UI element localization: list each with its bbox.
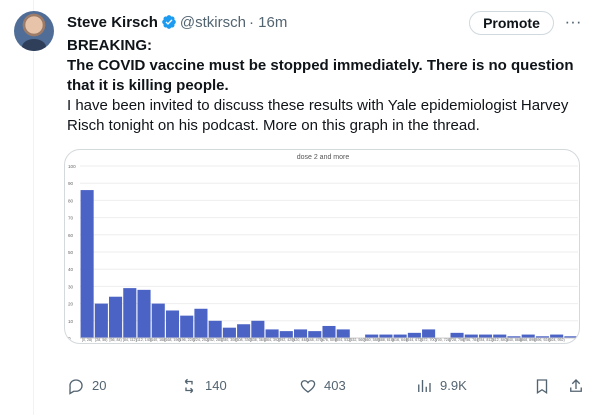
histogram-chart: dose 2 and more 0 10 20 30 40 50 60 70 80 90 100 [0,…	[68, 154, 578, 342]
author-name[interactable]: Steve Kirsch	[67, 14, 158, 31]
bookmark-button[interactable]	[533, 374, 551, 398]
more-options-button[interactable]: ···	[561, 9, 585, 35]
views-button[interactable]: 9.9K	[415, 374, 467, 398]
repost-count: 140	[205, 378, 227, 393]
heart-icon	[300, 380, 316, 393]
histogram-bar	[422, 329, 436, 338]
x-tick-label: [28, 56)	[95, 338, 107, 342]
bookmark-icon	[536, 379, 548, 395]
histogram-bar	[336, 329, 350, 338]
histogram-bar	[279, 331, 293, 338]
histogram-bar	[123, 288, 137, 338]
view-count: 9.9K	[440, 378, 467, 393]
author-handle[interactable]: @stkirsch	[180, 14, 246, 31]
chart-title: dose 2 and more	[297, 154, 350, 161]
histogram-bar	[137, 289, 151, 338]
repost-icon	[184, 378, 194, 394]
reply-button[interactable]: 20	[67, 374, 106, 398]
y-tick-label: 100	[68, 164, 76, 169]
y-tick-label: 0	[68, 336, 71, 341]
y-tick-label: 70	[68, 216, 74, 221]
histogram-bar	[293, 329, 308, 338]
like-button[interactable]: 403	[299, 374, 346, 398]
y-tick-label: 90	[68, 181, 74, 186]
y-tick-label: 50	[68, 250, 74, 255]
promote-button[interactable]: Promote	[469, 11, 554, 35]
like-count: 403	[324, 378, 346, 393]
histogram-bar	[94, 303, 108, 338]
histogram-bar	[165, 310, 180, 338]
verified-badge-icon	[162, 15, 176, 29]
views-icon	[418, 380, 431, 392]
post-text: BREAKING: The COVID vaccine must be stop…	[67, 36, 587, 136]
y-tick-label: 40	[68, 267, 74, 272]
repost-button[interactable]: 140	[180, 374, 227, 398]
y-tick-label: 10	[68, 319, 74, 324]
share-icon	[570, 379, 582, 392]
histogram-bar	[322, 325, 336, 338]
post-actions: 20 140 403 9.9K	[67, 374, 587, 398]
histogram-bar	[237, 324, 251, 338]
reply-count: 20	[92, 378, 107, 393]
y-tick-label: 20	[68, 302, 74, 307]
histogram-bar	[180, 315, 194, 338]
breaking-label: BREAKING:	[67, 37, 152, 54]
histogram-bar	[151, 303, 165, 338]
histogram-bar	[308, 331, 322, 338]
headline-text: The COVID vaccine must be stopped immedi…	[67, 57, 574, 94]
histogram-bar	[251, 320, 265, 338]
thread-connector-line	[33, 0, 34, 415]
histogram-bar	[222, 327, 236, 338]
histogram-bar	[194, 308, 208, 338]
histogram-bar	[109, 296, 123, 338]
histogram-bar	[80, 190, 94, 338]
x-tick-label: [0, 28)	[82, 338, 92, 342]
y-tick-label: 80	[68, 198, 74, 203]
y-tick-label: 60	[68, 233, 74, 238]
post-time[interactable]: · 16m	[249, 14, 287, 31]
x-tick-label: [924, 952)	[549, 338, 565, 342]
share-button[interactable]	[567, 374, 585, 398]
reply-icon	[69, 379, 83, 395]
avatar[interactable]	[14, 11, 54, 51]
x-tick-label: [56, 84)	[109, 338, 121, 342]
y-tick-label: 30	[68, 284, 74, 289]
histogram-bar	[265, 329, 279, 338]
chart-image-card[interactable]: dose 2 and more 0 10 20 30 40 50 60 70 80 90 100 [0,…	[64, 149, 580, 344]
x-tick-label: [84, 112)	[123, 338, 137, 342]
body-text: I have been invited to discuss these res…	[67, 97, 569, 134]
histogram-bar	[208, 320, 222, 338]
post-header: Steve Kirsch @stkirsch · 16m	[67, 12, 287, 32]
